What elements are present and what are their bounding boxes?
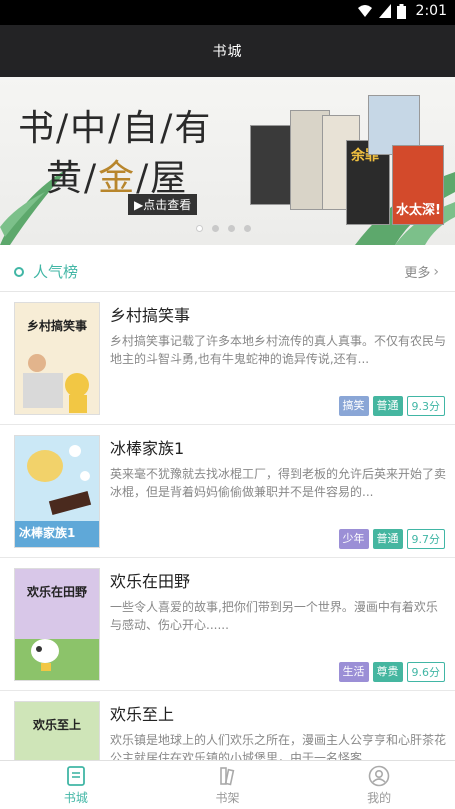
book-cover: 冰棒家族1 bbox=[14, 435, 100, 548]
tab-label: 书架 bbox=[215, 790, 240, 805]
carousel-dot[interactable] bbox=[212, 225, 219, 232]
wifi-icon bbox=[357, 5, 372, 17]
popular-section-header: 人气榜 更多 › bbox=[0, 252, 455, 292]
book-cover: 欢乐在田野 bbox=[14, 568, 100, 681]
banner-headline-2-gold: 金 bbox=[98, 158, 137, 199]
banner-book-6: 水太深! bbox=[392, 145, 444, 225]
carousel-indicator bbox=[196, 225, 251, 232]
banner-view-button[interactable]: ▶点击查看 bbox=[128, 194, 198, 215]
tab-book-city[interactable]: 书城 bbox=[0, 761, 152, 809]
cover-title: 冰棒家族1 bbox=[19, 526, 76, 540]
banner-carousel[interactable]: 书/中/自/有 黄/金/屋 ▶点击查看 余罪 水太深! bbox=[0, 77, 455, 245]
score-badge: 9.6分 bbox=[406, 662, 445, 682]
score-badge: 9.3分 bbox=[406, 396, 445, 416]
book-list-item[interactable]: 欢乐在田野 欢乐在田野 一些令人喜爱的故事,把你们带到另一个世界。漫画中有着欢乐… bbox=[0, 558, 455, 691]
banner-headline-2-b: /屋 bbox=[136, 158, 189, 199]
chevron-right-icon: › bbox=[433, 263, 439, 280]
tab-profile[interactable]: 我的 bbox=[303, 761, 455, 809]
book-cover: 欢乐至上 bbox=[14, 701, 100, 760]
tag-badge: 搞笑 bbox=[338, 396, 369, 416]
status-time: 2:01 bbox=[415, 3, 447, 19]
carousel-dot[interactable] bbox=[196, 225, 203, 232]
tag-badge: 生活 bbox=[338, 662, 369, 682]
book-description: 一些令人喜爱的故事,把你们带到另一个世界。漫画中有着欢乐与感动、伤心开心....… bbox=[110, 600, 438, 632]
banner-book-6-label: 水太深! bbox=[396, 203, 441, 218]
book-list[interactable]: 乡村搞笑事 乡村搞笑事 乡村搞笑事记载了许多本地乡村流传的真人真事。不仅有农民与… bbox=[0, 292, 455, 760]
book-city-icon bbox=[66, 765, 85, 786]
more-link[interactable]: 更多 › bbox=[404, 262, 439, 282]
ring-icon bbox=[14, 266, 24, 277]
bottom-tab-bar: 书城 书架 我的 bbox=[0, 760, 455, 809]
book-list-item[interactable]: 欢乐至上 欢乐至上 欢乐镇是地球上的人们欢乐之所在，漫画主人公亨亨和心肝茶花公主… bbox=[0, 691, 455, 760]
signal-icon bbox=[378, 4, 391, 18]
profile-icon bbox=[368, 765, 390, 786]
book-tags: 少年 普通 9.7分 bbox=[338, 529, 445, 549]
cover-illustration bbox=[23, 354, 89, 413]
section-title: 人气榜 bbox=[33, 263, 79, 281]
book-title: 乡村搞笑事 bbox=[110, 306, 191, 325]
carousel-dot[interactable] bbox=[244, 225, 251, 232]
status-icons: 2:01 bbox=[357, 3, 447, 19]
app-header: 书城 bbox=[0, 25, 455, 77]
book-list-item[interactable]: 冰棒家族1 冰棒家族1 英来毫不犹豫就去找冰棍工厂，得到老板的允许后英来开始了卖… bbox=[0, 425, 455, 558]
book-list-item[interactable]: 乡村搞笑事 乡村搞笑事 乡村搞笑事记载了许多本地乡村流传的真人真事。不仅有农民与… bbox=[0, 292, 455, 425]
cover-title: 欢乐至上 bbox=[32, 718, 81, 732]
banner-headline-1: 书/中/自/有 bbox=[18, 108, 213, 149]
page-title: 书城 bbox=[212, 44, 243, 60]
book-cover: 乡村搞笑事 bbox=[14, 302, 100, 415]
battery-icon bbox=[396, 3, 406, 19]
carousel-dot[interactable] bbox=[228, 225, 235, 232]
bookshelf-icon bbox=[219, 766, 234, 785]
book-title: 欢乐至上 bbox=[110, 705, 175, 724]
tag-badge: 普通 bbox=[372, 396, 403, 416]
score-badge: 9.7分 bbox=[406, 529, 445, 549]
more-label: 更多 bbox=[404, 266, 431, 281]
status-bar: 2:01 bbox=[0, 0, 455, 25]
book-description: 乡村搞笑事记载了许多本地乡村流传的真人真事。不仅有农民与地主的斗智斗勇,也有牛鬼… bbox=[110, 334, 446, 366]
book-tags: 生活 尊贵 9.6分 bbox=[338, 662, 445, 682]
book-title: 欢乐在田野 bbox=[110, 572, 191, 591]
book-title: 冰棒家族1 bbox=[110, 439, 185, 458]
book-description: 欢乐镇是地球上的人们欢乐之所在，漫画主人公亨亨和心肝茶花公主就居住在欢乐镇的小城… bbox=[110, 733, 446, 760]
cover-illustration bbox=[15, 639, 99, 680]
banner-headline-2-a: 黄/ bbox=[46, 158, 99, 199]
book-description: 英来毫不犹豫就去找冰棍工厂，得到老板的允许后英来开始了卖冰棍，但是背着妈妈偷偷做… bbox=[110, 467, 446, 499]
tab-label: 书城 bbox=[63, 790, 88, 805]
book-tags: 搞笑 普通 9.3分 bbox=[338, 396, 445, 416]
tag-badge: 尊贵 bbox=[372, 662, 403, 682]
tab-label: 我的 bbox=[367, 790, 392, 805]
tag-badge: 少年 bbox=[338, 529, 369, 549]
banner-book-stack: 余罪 水太深! bbox=[250, 95, 450, 225]
tag-badge: 普通 bbox=[372, 529, 403, 549]
tab-bookshelf[interactable]: 书架 bbox=[152, 761, 304, 809]
